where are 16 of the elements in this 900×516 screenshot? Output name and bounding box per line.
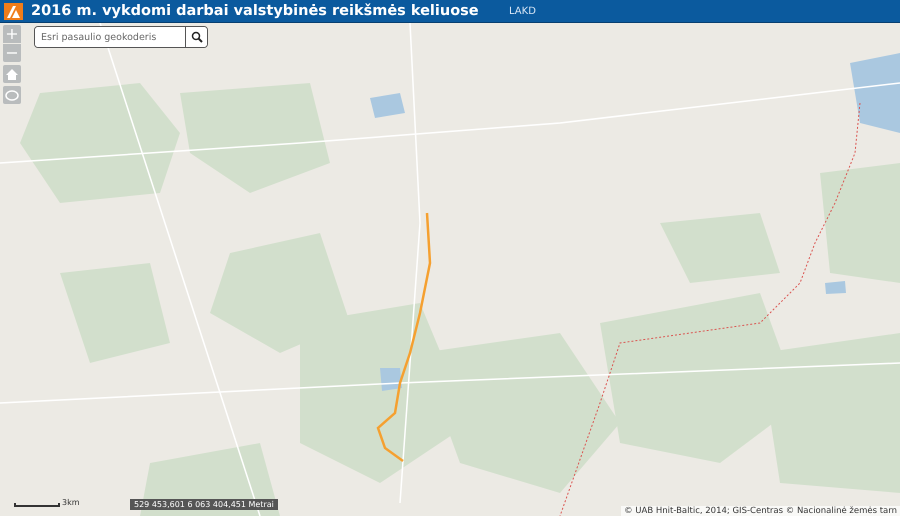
coordinates-readout: 529 453,601 6 063 404,451 Metrai (130, 499, 278, 510)
agency-label: LAKD (509, 6, 536, 16)
road-logo-icon (4, 2, 23, 20)
home-button[interactable] (3, 65, 21, 83)
search-field[interactable]: Esri pasaulio geokoderis (34, 26, 208, 48)
app-title: 2016 m. vykdomi darbai valstybinės reikšmės keliuose (31, 3, 480, 19)
locate-button[interactable] (3, 86, 21, 104)
search-button[interactable] (185, 27, 207, 47)
zoom-in-button[interactable]: + (3, 25, 21, 43)
zoom-out-button[interactable]: − (3, 44, 21, 62)
ellipse-icon (5, 88, 19, 102)
search-icon (190, 31, 202, 43)
scale-bar (14, 503, 60, 507)
attribution-text: © UAB Hnit-Baltic, 2014; GIS-Centras © Nacionalinė žemės tarn (621, 506, 900, 516)
scale-label: 3km (62, 498, 80, 507)
home-icon (5, 68, 19, 80)
